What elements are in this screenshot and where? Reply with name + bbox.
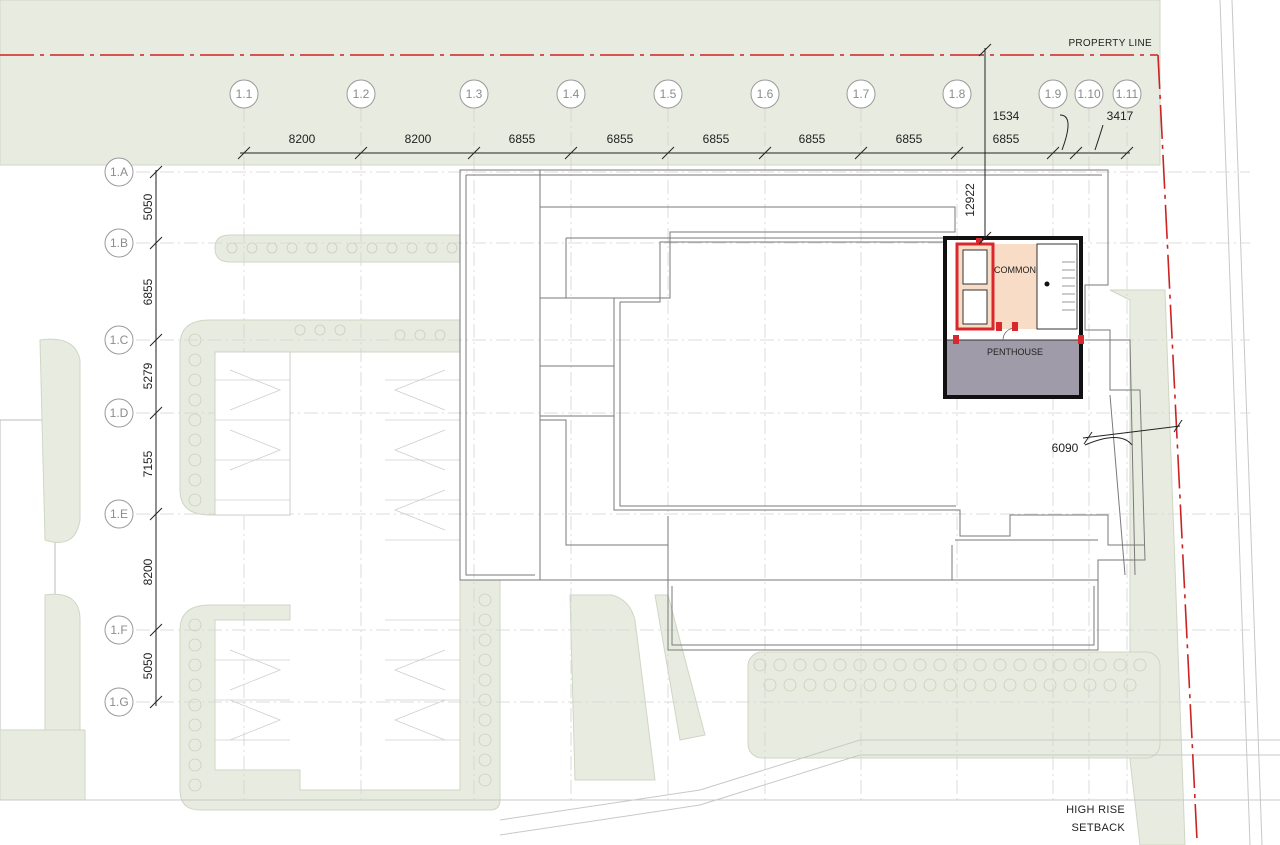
landscape-areas (0, 0, 1186, 845)
grid-label: 1.4 (563, 87, 580, 101)
grid-label: 1.E (110, 507, 128, 521)
grid-label: 1.C (110, 333, 129, 347)
grid-label: 1.5 (660, 87, 677, 101)
penthouse-core (943, 236, 1084, 399)
dim-12922: 12922 (963, 183, 977, 217)
grid-label: 1.2 (353, 87, 370, 101)
grid-label: 1.D (110, 406, 129, 420)
dim-text: 6855 (141, 278, 155, 305)
dim-text: 6855 (509, 132, 536, 146)
grid-label: 1.F (110, 623, 127, 637)
site-plan-drawing: PROPERTY LINE COMMON PENTHOUSE 8200 8200… (0, 0, 1280, 845)
row-dimension-texts: 5050 6855 5279 7155 8200 5050 (141, 193, 155, 679)
dim-text: 6855 (896, 132, 923, 146)
dim-1534: 1534 (993, 109, 1020, 123)
grid-label: 1.8 (949, 87, 966, 101)
high-rise-setback-label-line2: SETBACK (1072, 822, 1126, 834)
grid-label: 1.1 (236, 87, 253, 101)
dim-text: 8200 (289, 132, 316, 146)
dim-text: 7155 (141, 450, 155, 477)
grid-label: 1.3 (466, 87, 483, 101)
grid-label: 1.B (110, 236, 128, 250)
dim-text: 6855 (607, 132, 634, 146)
parking-lot (214, 351, 460, 741)
grid-label: 1.11 (1116, 87, 1139, 101)
grid-label: 1.9 (1045, 87, 1062, 101)
dim-6090: 6090 (1052, 441, 1079, 455)
high-rise-setback-label-line1: HIGH RISE (1066, 804, 1125, 816)
grid-row-labels: 1.A 1.B 1.C 1.D 1.E 1.F 1.G (109, 165, 128, 709)
dim-text: 5050 (141, 652, 155, 679)
dim-text: 6855 (799, 132, 826, 146)
grid-label: 1.6 (757, 87, 774, 101)
dim-text: 6855 (993, 132, 1020, 146)
penthouse-room-label: PENTHOUSE (987, 347, 1043, 357)
common-room-label: COMMON (994, 265, 1036, 275)
grid-label: 1.10 (1077, 87, 1101, 101)
dim-text: 8200 (141, 558, 155, 585)
dim-text: 5279 (141, 362, 155, 389)
dim-3417: 3417 (1107, 109, 1134, 123)
property-line-label: PROPERTY LINE (1068, 38, 1152, 49)
grid-label: 1.G (109, 695, 128, 709)
grid-label: 1.A (110, 165, 128, 179)
dim-text: 5050 (141, 193, 155, 220)
dim-text: 8200 (405, 132, 432, 146)
dim-text: 6855 (703, 132, 730, 146)
grid-label: 1.7 (853, 87, 870, 101)
